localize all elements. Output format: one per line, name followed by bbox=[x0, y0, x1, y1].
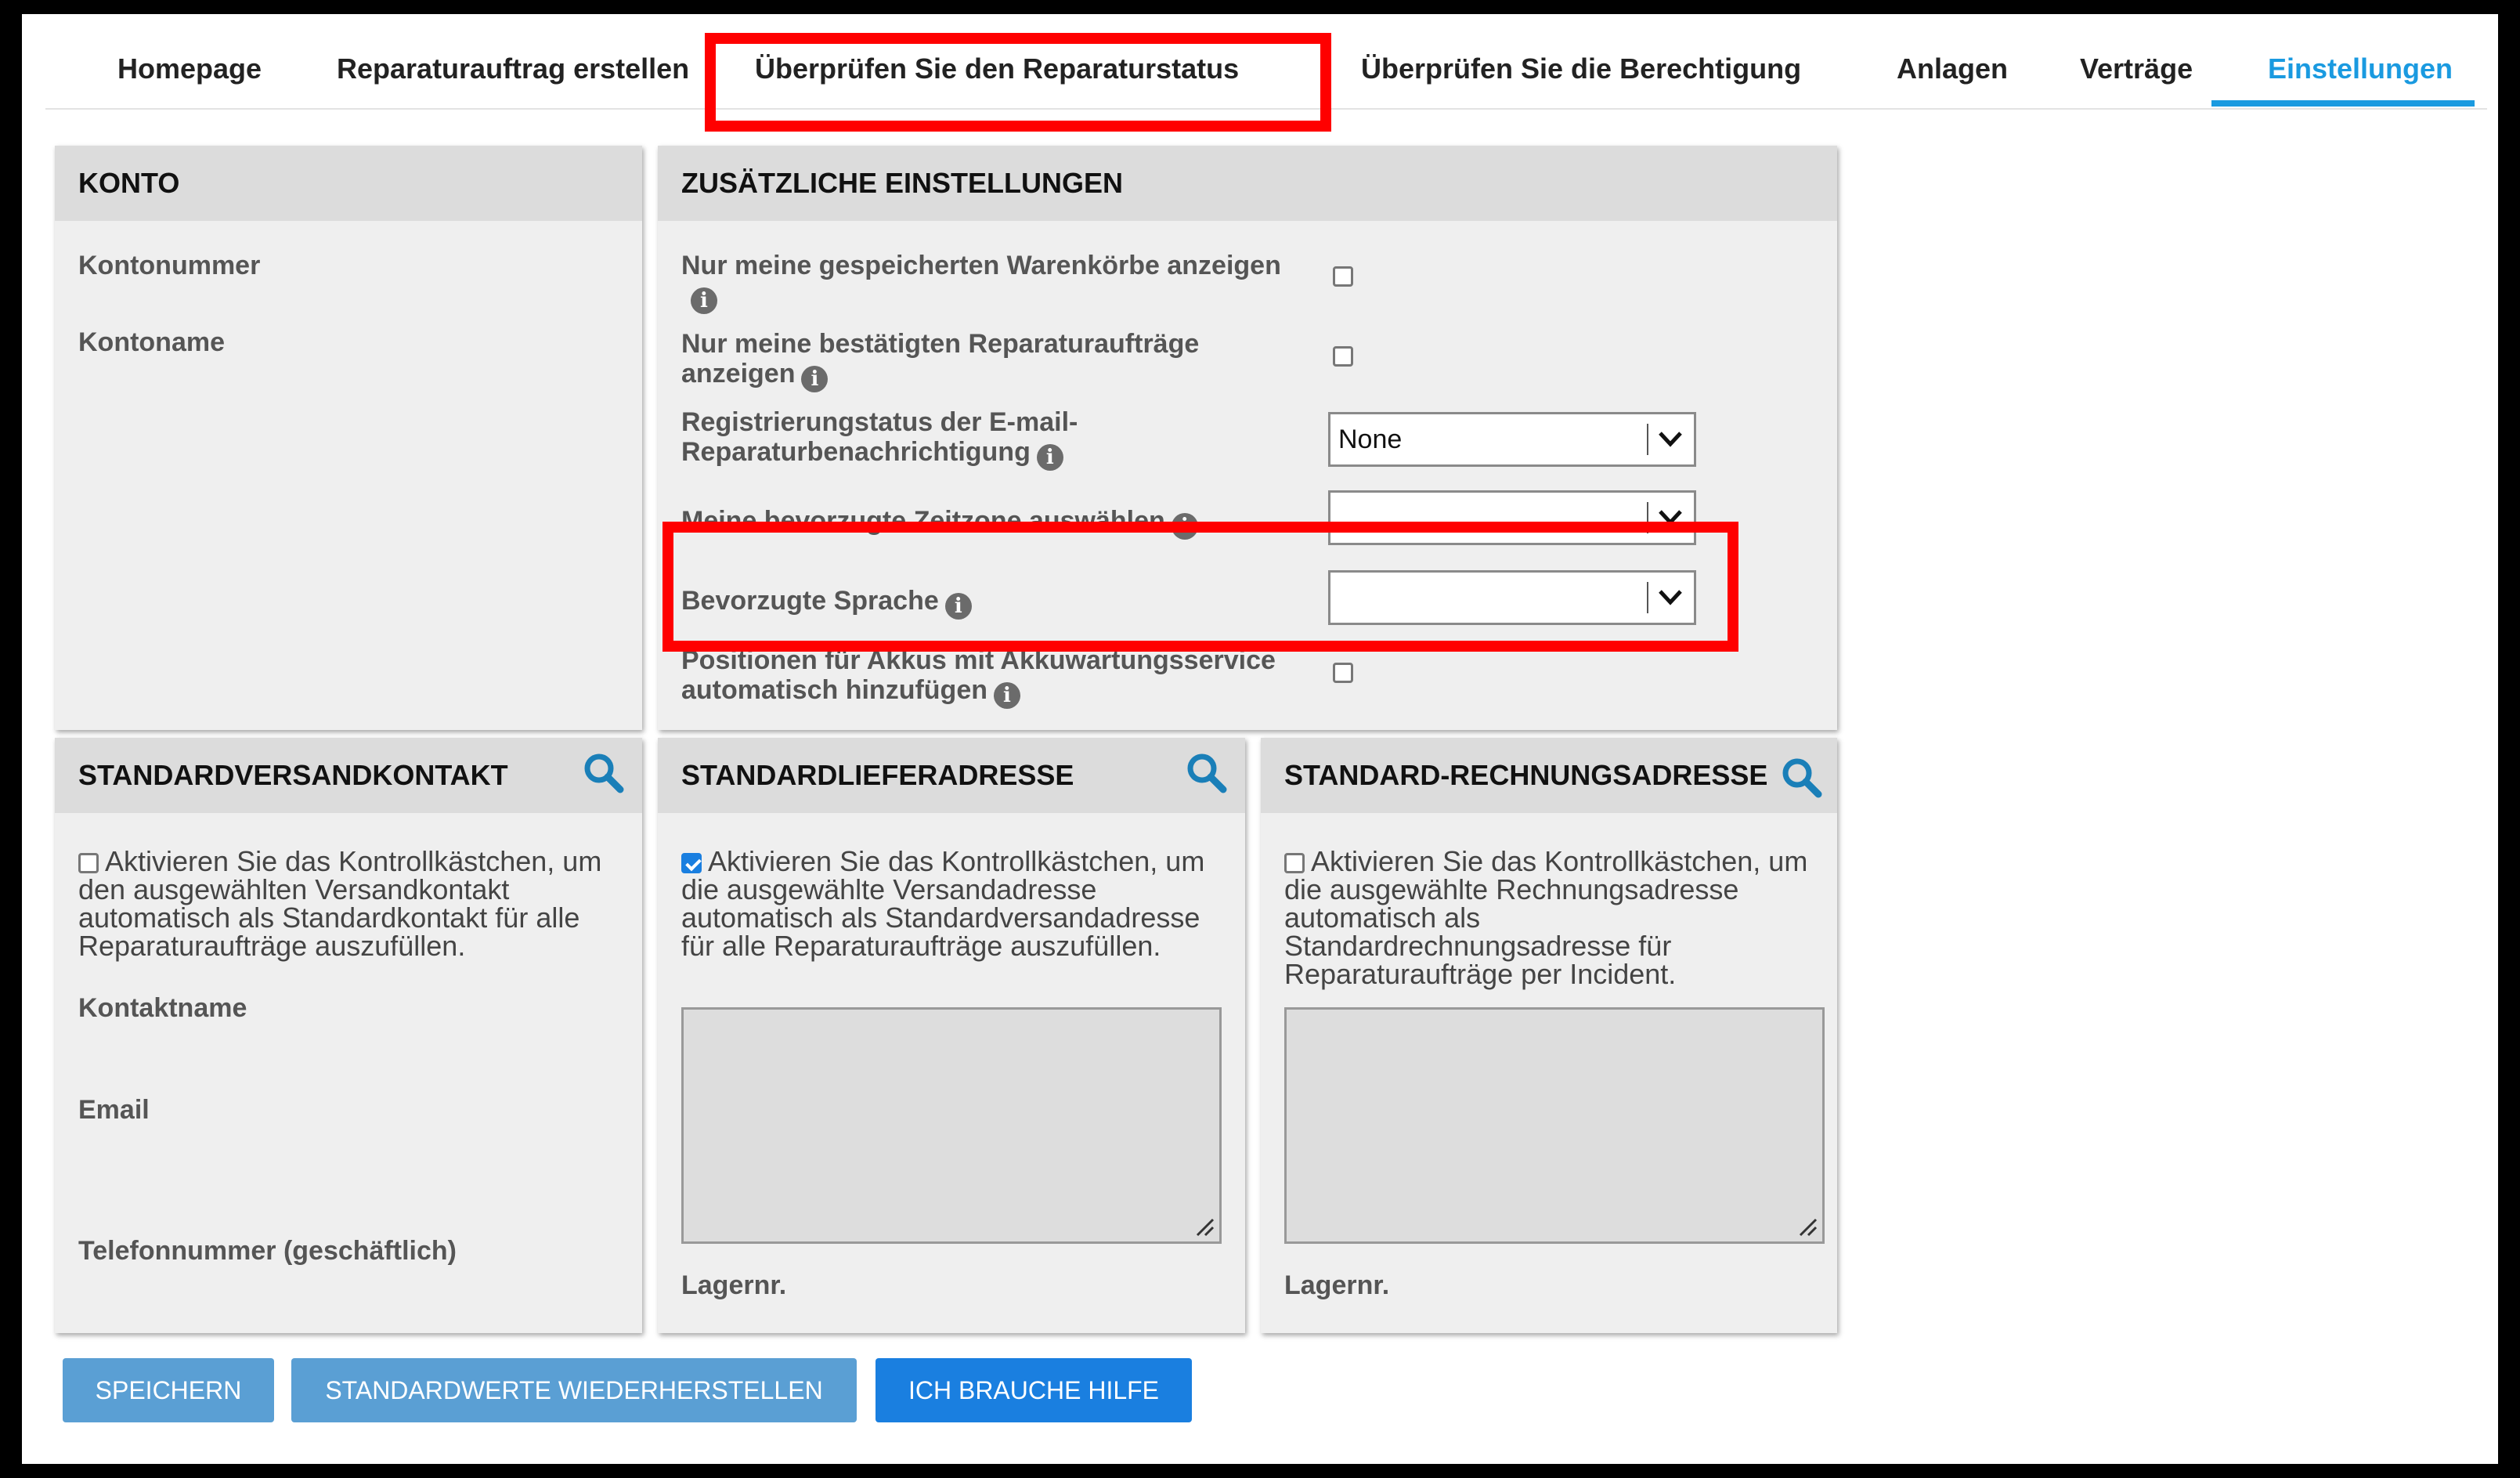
tab-homepage[interactable]: Homepage bbox=[117, 30, 262, 108]
billing-address-default-checkbox[interactable] bbox=[1284, 853, 1305, 873]
info-icon[interactable]: i bbox=[1036, 444, 1063, 471]
need-help-button[interactable]: ICH BRAUCHE HILFE bbox=[876, 1358, 1192, 1422]
highlight-box-repair-status-tab bbox=[705, 33, 1331, 132]
email-status-label: Registrierungstatus der E-mail- Reparatu… bbox=[681, 407, 1078, 471]
email-status-label-line1: Registrierungstatus der E-mail- bbox=[681, 407, 1078, 437]
settings-page: Homepage Reparaturauftrag erstellen Über… bbox=[22, 14, 2498, 1464]
contact-name-label: Kontaktname bbox=[78, 993, 247, 1023]
search-icon[interactable] bbox=[581, 750, 626, 796]
battery-service-label: Positionen für Akkus mit Akkuwartungsser… bbox=[681, 645, 1276, 709]
shipping-contact-header: STANDARDVERSANDKONTAKT bbox=[55, 738, 642, 813]
tab-assets[interactable]: Anlagen bbox=[1897, 30, 2008, 108]
billing-address-header: STANDARD-RECHNUNGSADRESSE bbox=[1261, 738, 1837, 813]
tab-create-repair-order[interactable]: Reparaturauftrag erstellen bbox=[337, 30, 689, 108]
saved-carts-checkbox[interactable] bbox=[1333, 266, 1353, 287]
shipping-contact-default-checkbox[interactable] bbox=[78, 853, 99, 873]
tab-settings[interactable]: Einstellungen bbox=[2268, 30, 2453, 108]
info-icon[interactable]: i bbox=[801, 366, 829, 392]
save-button[interactable]: SPEICHERN bbox=[63, 1358, 274, 1422]
confirmed-orders-checkbox[interactable] bbox=[1333, 346, 1353, 367]
billing-address-description: Aktivieren Sie das Kontrollkästchen, um … bbox=[1284, 847, 1825, 988]
delivery-storage-label: Lagernr. bbox=[681, 1270, 787, 1300]
tab-check-entitlement[interactable]: Überprüfen Sie die Berechtigung bbox=[1361, 30, 1801, 108]
account-panel-title: KONTO bbox=[78, 167, 180, 199]
shipping-contact-title: STANDARDVERSANDKONTAKT bbox=[78, 759, 508, 791]
default-shipping-contact-panel: STANDARDVERSANDKONTAKT Aktivieren Sie da… bbox=[55, 738, 642, 1333]
shipping-contact-checkbox-text: Aktivieren Sie das Kontrollkästchen, um … bbox=[78, 845, 602, 962]
default-billing-address-panel: STANDARD-RECHNUNGSADRESSE Aktivieren Sie… bbox=[1261, 738, 1837, 1333]
phone-label: Telefonnummer (geschäftlich) bbox=[78, 1236, 457, 1266]
saved-carts-label: Nur meine gespeicherten Warenkörbe anzei… bbox=[681, 251, 1281, 314]
email-label: Email bbox=[78, 1095, 150, 1125]
account-number-label: Kontonummer bbox=[78, 251, 261, 280]
highlight-box-preferred-language bbox=[662, 522, 1738, 652]
delivery-address-textarea[interactable] bbox=[681, 1007, 1222, 1244]
shipping-contact-description: Aktivieren Sie das Kontrollkästchen, um … bbox=[78, 847, 619, 960]
email-status-value: None bbox=[1338, 425, 1403, 454]
chevron-down-icon bbox=[1659, 432, 1682, 447]
billing-address-checkbox-text: Aktivieren Sie das Kontrollkästchen, um … bbox=[1284, 845, 1808, 990]
delivery-address-title: STANDARDLIEFERADRESSE bbox=[681, 759, 1074, 791]
confirmed-orders-label-line2: anzeigen bbox=[681, 359, 796, 388]
billing-address-title: STANDARD-RECHNUNGSADRESSE bbox=[1284, 759, 1768, 791]
account-panel: KONTO Kontonummer Kontoname bbox=[55, 146, 642, 730]
email-status-label-line2: Reparaturbenachrichtigung bbox=[681, 437, 1031, 467]
account-panel-header: KONTO bbox=[55, 146, 642, 221]
info-icon[interactable]: i bbox=[691, 287, 717, 314]
billing-address-textarea[interactable] bbox=[1284, 1007, 1825, 1244]
additional-settings-header: ZUSÄTZLICHE EINSTELLUNGEN bbox=[658, 146, 1837, 221]
delivery-address-description: Aktivieren Sie das Kontrollkästchen, um … bbox=[681, 847, 1222, 960]
battery-service-checkbox[interactable] bbox=[1333, 663, 1353, 683]
saved-carts-label-text: Nur meine gespeicherten Warenkörbe anzei… bbox=[681, 251, 1281, 280]
battery-service-label-line2: automatisch hinzufügen bbox=[681, 675, 987, 705]
select-divider bbox=[1647, 424, 1648, 455]
confirmed-orders-label: Nur meine bestätigten Reparaturaufträge … bbox=[681, 329, 1199, 392]
default-delivery-address-panel: STANDARDLIEFERADRESSE Aktivieren Sie das… bbox=[658, 738, 1245, 1333]
resize-handle-icon[interactable] bbox=[1797, 1216, 1818, 1237]
resize-handle-icon[interactable] bbox=[1194, 1216, 1215, 1237]
account-name-label: Kontoname bbox=[78, 327, 225, 357]
tab-contracts[interactable]: Verträge bbox=[2080, 30, 2193, 108]
additional-settings-title: ZUSÄTZLICHE EINSTELLUNGEN bbox=[681, 167, 1123, 199]
search-icon[interactable] bbox=[1779, 755, 1825, 800]
email-status-select[interactable]: None bbox=[1328, 412, 1696, 467]
restore-defaults-button[interactable]: STANDARDWERTE WIEDERHERSTELLEN bbox=[291, 1358, 857, 1422]
info-icon[interactable]: i bbox=[994, 682, 1020, 709]
confirmed-orders-label-line1: Nur meine bestätigten Reparaturaufträge bbox=[681, 329, 1200, 359]
billing-storage-label: Lagernr. bbox=[1284, 1270, 1390, 1300]
delivery-address-default-checkbox[interactable] bbox=[681, 853, 702, 873]
delivery-address-checkbox-text: Aktivieren Sie das Kontrollkästchen, um … bbox=[681, 845, 1205, 962]
search-icon[interactable] bbox=[1184, 750, 1229, 796]
delivery-address-header: STANDARDLIEFERADRESSE bbox=[658, 738, 1245, 813]
active-tab-indicator bbox=[2211, 100, 2475, 107]
